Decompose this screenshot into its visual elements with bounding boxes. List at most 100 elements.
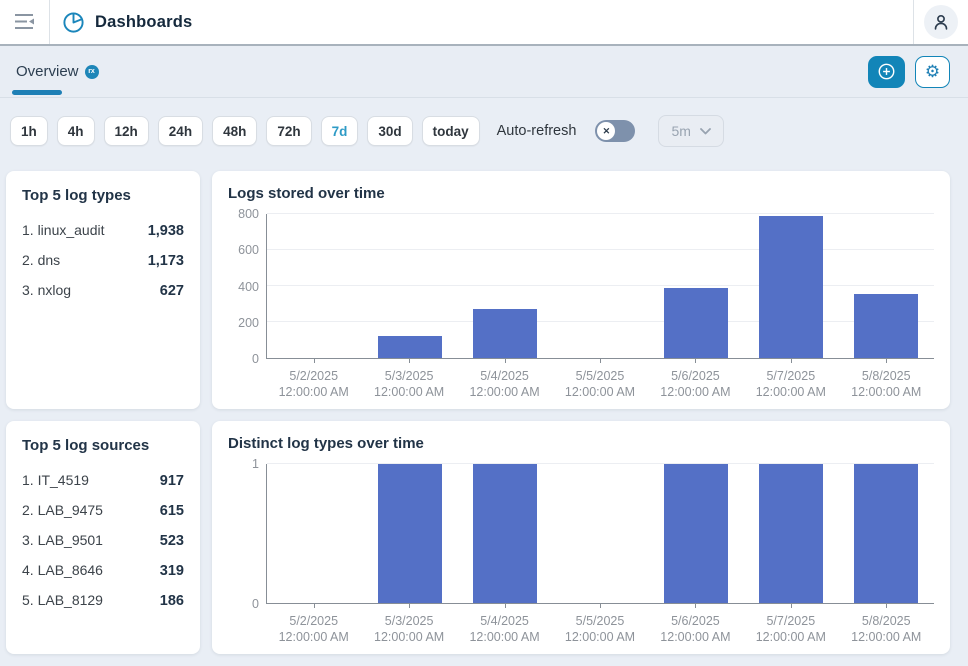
time-range-48h[interactable]: 48h — [212, 116, 257, 146]
user-menu-button[interactable] — [924, 5, 958, 39]
x-tick — [695, 359, 696, 363]
time-range-toolbar: 1h 4h 12h 24h 48h 72h 7d 30d today Auto-… — [10, 115, 958, 147]
x-tick — [409, 604, 410, 608]
bar-slot — [553, 214, 648, 358]
list-item: 1. linux_audit 1,938 — [22, 222, 184, 239]
x-tick — [505, 604, 506, 608]
x-tick-label: 5/2/2025 12:00:00 AM — [266, 368, 361, 401]
bar[interactable] — [759, 464, 823, 603]
time-range-1h[interactable]: 1h — [10, 116, 48, 146]
bar-slot — [267, 464, 362, 603]
log-source-count: 615 — [160, 503, 184, 519]
x-tick-label: 5/7/2025 12:00:00 AM — [743, 368, 838, 401]
header-right — [913, 0, 968, 44]
y-axis: 01 — [228, 464, 266, 604]
y-tick-label: 1 — [252, 457, 259, 471]
log-source-count: 917 — [160, 473, 184, 489]
list-item: 3. LAB_9501 523 — [22, 532, 184, 549]
x-axis-ticks — [266, 604, 934, 609]
widget-title: Top 5 log sources — [22, 437, 184, 454]
dashboard-settings-button[interactable]: ⚙ — [915, 56, 950, 88]
add-widget-button[interactable] — [868, 56, 905, 88]
time-range-24h[interactable]: 24h — [158, 116, 203, 146]
x-tick-label: 5/4/2025 12:00:00 AM — [457, 368, 552, 401]
x-axis-labels: 5/2/2025 12:00:00 AM5/3/2025 12:00:00 AM… — [266, 613, 934, 646]
bar-slot — [458, 464, 553, 603]
page-title: Dashboards — [95, 13, 192, 32]
x-tick-label: 5/3/2025 12:00:00 AM — [361, 613, 456, 646]
x-tick — [314, 604, 315, 608]
time-range-12h[interactable]: 12h — [104, 116, 149, 146]
bar-slot — [648, 464, 743, 603]
x-tick — [695, 604, 696, 608]
dashboard-tab-bar: Overview rx ⚙ — [0, 46, 968, 98]
log-source-name: 4. LAB_8646 — [22, 562, 103, 578]
auto-refresh-label: Auto-refresh — [497, 123, 577, 139]
log-source-name: 3. LAB_9501 — [22, 532, 103, 548]
tabbar-actions: ⚙ — [868, 56, 950, 88]
time-range-4h[interactable]: 4h — [57, 116, 95, 146]
log-sources-list: 1. IT_4519 917 2. LAB_9475 615 3. LAB_95… — [22, 472, 184, 609]
tab-badge: rx — [85, 65, 99, 79]
list-item: 4. LAB_8646 319 — [22, 562, 184, 579]
refresh-interval-value: 5m — [671, 123, 690, 139]
time-range-today[interactable]: today — [422, 116, 480, 146]
bar-slot — [743, 464, 838, 603]
list-item: 1. IT_4519 917 — [22, 472, 184, 489]
tab-overview[interactable]: Overview rx — [12, 46, 103, 97]
bar[interactable] — [378, 464, 442, 603]
dashboard-grid: Top 5 log types 1. linux_audit 1,938 2. … — [0, 171, 968, 654]
right-column: Logs stored over time 0200400600800 5/2/… — [212, 171, 950, 654]
x-tick — [600, 359, 601, 363]
log-source-name: 5. LAB_8129 — [22, 592, 103, 608]
x-tick-label: 5/2/2025 12:00:00 AM — [266, 613, 361, 646]
x-tick-label: 5/6/2025 12:00:00 AM — [648, 613, 743, 646]
x-tick-label: 5/6/2025 12:00:00 AM — [648, 368, 743, 401]
bar-slot — [458, 214, 553, 358]
x-tick — [886, 604, 887, 608]
x-tick — [314, 359, 315, 363]
widget-top-log-types: Top 5 log types 1. linux_audit 1,938 2. … — [6, 171, 200, 409]
bar[interactable] — [473, 309, 537, 358]
x-axis-labels: 5/2/2025 12:00:00 AM5/3/2025 12:00:00 AM… — [266, 368, 934, 401]
x-tick-label: 5/8/2025 12:00:00 AM — [839, 368, 934, 401]
bar[interactable] — [854, 464, 918, 603]
bar-slot — [267, 214, 362, 358]
log-type-name: 1. linux_audit — [22, 222, 105, 238]
bar[interactable] — [854, 294, 918, 358]
left-column: Top 5 log types 1. linux_audit 1,938 2. … — [6, 171, 200, 654]
bar-chart-logs-stored: 0200400600800 5/2/2025 12:00:00 AM5/3/20… — [228, 214, 934, 401]
log-source-count: 319 — [160, 563, 184, 579]
bar[interactable] — [759, 216, 823, 358]
widget-top-log-sources: Top 5 log sources 1. IT_4519 917 2. LAB_… — [6, 421, 200, 654]
refresh-interval-select[interactable]: 5m — [658, 115, 723, 147]
time-range-72h[interactable]: 72h — [266, 116, 311, 146]
chart-title: Logs stored over time — [228, 185, 934, 202]
chevron-down-icon — [700, 128, 711, 135]
sidebar-toggle-button[interactable] — [0, 0, 50, 44]
list-item: 2. dns 1,173 — [22, 252, 184, 269]
bar[interactable] — [664, 464, 728, 603]
auto-refresh-toggle[interactable]: ✕ — [595, 120, 635, 142]
gear-icon: ⚙ — [925, 63, 940, 80]
x-axis-ticks — [266, 359, 934, 364]
time-range-7d[interactable]: 7d — [321, 116, 359, 146]
x-tick — [791, 359, 792, 363]
bars-layer — [267, 214, 934, 358]
pie-chart-logo-icon — [62, 11, 85, 34]
plot-area — [266, 464, 934, 604]
widget-logs-stored-chart: Logs stored over time 0200400600800 5/2/… — [212, 171, 950, 409]
bar[interactable] — [378, 336, 442, 358]
bars-layer — [267, 464, 934, 603]
y-tick-label: 800 — [238, 207, 259, 221]
bar-slot — [553, 464, 648, 603]
bar[interactable] — [473, 464, 537, 603]
bar[interactable] — [664, 288, 728, 358]
plot-area — [266, 214, 934, 359]
x-tick — [505, 359, 506, 363]
time-range-30d[interactable]: 30d — [367, 116, 412, 146]
bar-slot — [839, 464, 934, 603]
widget-distinct-log-types-chart: Distinct log types over time 01 5/2/2025… — [212, 421, 950, 654]
list-item: 3. nxlog 627 — [22, 282, 184, 299]
brand[interactable]: Dashboards — [50, 0, 913, 44]
